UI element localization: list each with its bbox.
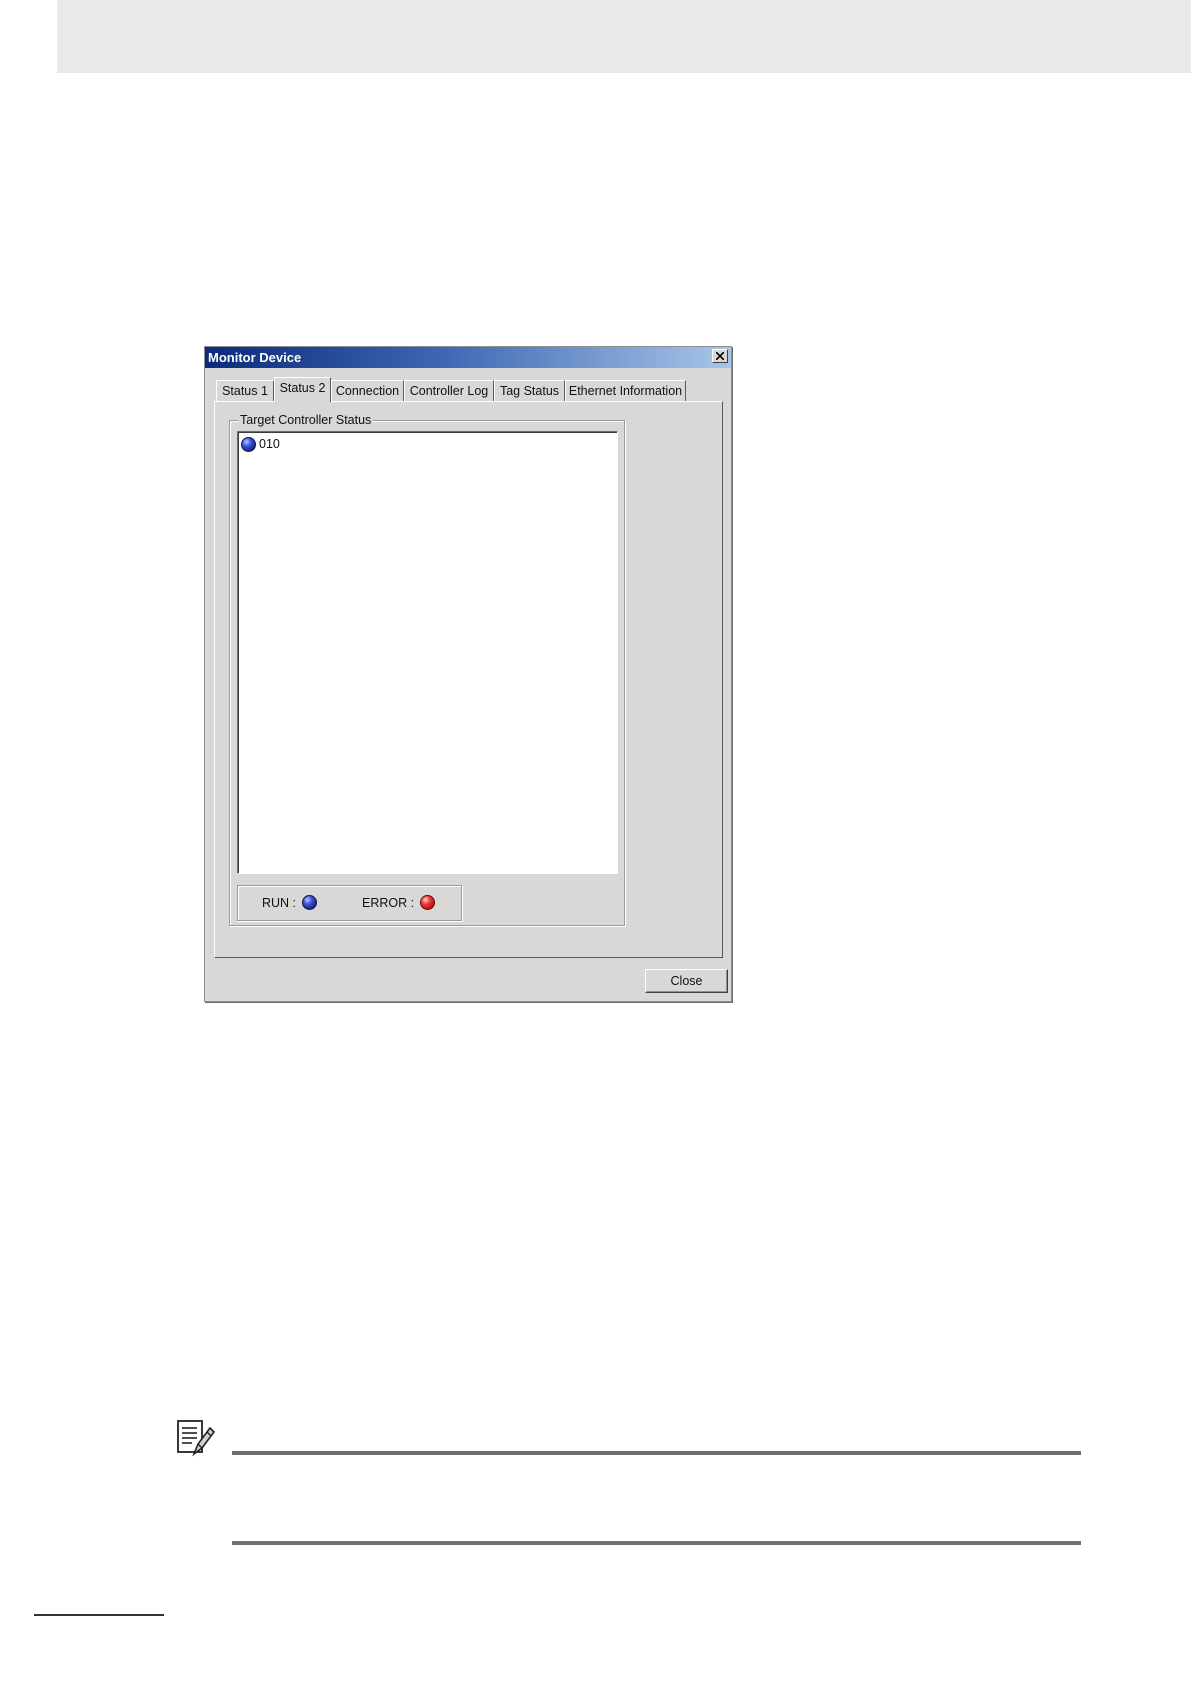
group-title: Target Controller Status xyxy=(238,413,374,427)
tab-ethernet-information[interactable]: Ethernet Information xyxy=(565,380,686,401)
tab-controller-log[interactable]: Controller Log xyxy=(404,380,494,401)
close-icon[interactable] xyxy=(712,349,728,363)
dialog-titlebar[interactable]: Monitor Device xyxy=(205,347,731,368)
note-bottom-rule xyxy=(232,1541,1081,1545)
tab-tag-status[interactable]: Tag Status xyxy=(494,380,565,401)
close-button[interactable]: Close xyxy=(645,969,728,993)
tab-status-2[interactable]: Status 2 xyxy=(274,377,331,402)
note-pencil-icon xyxy=(177,1420,216,1457)
page-header-band xyxy=(57,0,1191,73)
dialog-title: Monitor Device xyxy=(208,350,302,365)
run-label: RUN : xyxy=(262,895,297,910)
tab-status-1[interactable]: Status 1 xyxy=(216,380,274,401)
target-controller-status-group: Target Controller Status 010 RUN : ERROR… xyxy=(229,413,625,926)
status-legend: RUN : ERROR : xyxy=(237,885,462,921)
red-led-icon xyxy=(420,895,436,910)
controller-status-list[interactable]: 010 xyxy=(237,431,618,874)
x-mark-icon xyxy=(716,352,724,360)
monitor-device-dialog: Monitor Device Status 1 Status 2 Connect… xyxy=(204,346,732,1002)
note-top-rule xyxy=(232,1451,1081,1455)
error-legend: ERROR : xyxy=(362,895,436,910)
list-item[interactable]: 010 xyxy=(241,435,280,453)
footer-rule xyxy=(34,1614,164,1616)
blue-led-icon xyxy=(302,895,318,910)
run-legend: RUN : xyxy=(262,895,318,910)
error-label: ERROR : xyxy=(362,895,415,910)
blue-led-icon xyxy=(241,436,256,452)
controller-node-label: 010 xyxy=(259,437,280,451)
tab-connection[interactable]: Connection xyxy=(331,380,404,401)
status-2-panel: Target Controller Status 010 RUN : ERROR… xyxy=(214,401,723,958)
